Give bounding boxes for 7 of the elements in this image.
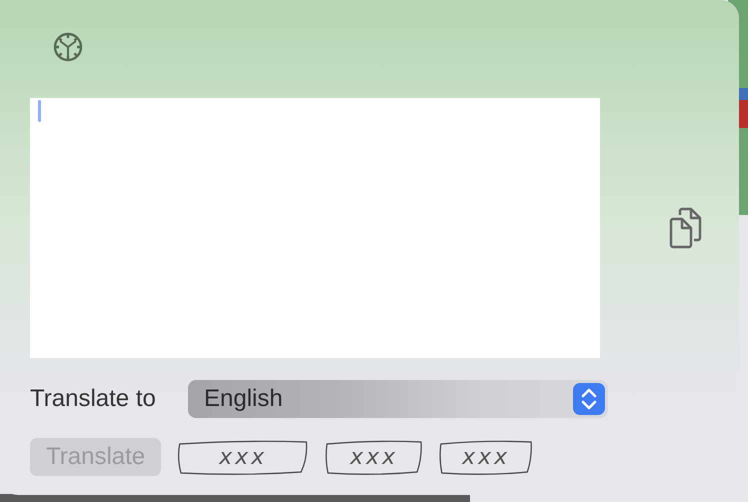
- sketch-button[interactable]: xxx: [177, 438, 310, 476]
- translate-to-label: Translate to: [30, 384, 157, 414]
- sketch-button[interactable]: xxx: [439, 438, 534, 476]
- sketch-button[interactable]: xxx: [325, 438, 424, 476]
- chevron-updown-icon: [573, 383, 605, 415]
- copy-icon[interactable]: [668, 207, 702, 249]
- language-select[interactable]: English: [188, 380, 608, 418]
